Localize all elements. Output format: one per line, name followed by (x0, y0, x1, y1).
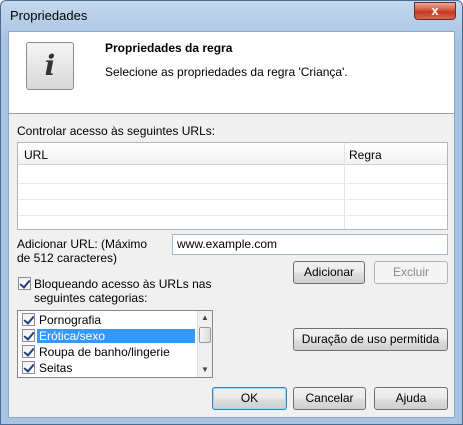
close-button[interactable]: x (414, 2, 456, 20)
properties-dialog: Propriedades x i Propriedades da regra S… (0, 0, 463, 425)
list-row-line (18, 215, 447, 216)
close-icon: x (431, 3, 439, 18)
info-icon: i (26, 42, 74, 90)
category-item-roupa-de-banho[interactable]: Roupa de banho/lingerie (18, 344, 198, 360)
category-item-pornografia[interactable]: Pornografia (18, 312, 198, 328)
category-list[interactable]: Pornografia Erótica/sexo Roupa de banho/… (17, 310, 213, 378)
block-categories-checkbox[interactable] (18, 277, 31, 290)
category-checkbox[interactable] (22, 313, 35, 326)
category-checkbox[interactable] (22, 329, 35, 342)
scroll-up-icon[interactable]: ▲ (198, 311, 212, 325)
list-row-line (18, 199, 447, 200)
column-header-rule[interactable]: Regra (349, 148, 382, 162)
category-item-erotica[interactable]: Erótica/sexo (18, 328, 198, 344)
scroll-down-icon[interactable]: ▼ (198, 363, 212, 377)
header-subtitle: Selecione as propriedades da regra 'Cria… (105, 65, 348, 79)
category-label: Seitas (39, 361, 73, 375)
column-header-url[interactable]: URL (24, 148, 48, 162)
category-label: Erótica/sexo (37, 329, 195, 343)
cancel-button[interactable]: Cancelar (293, 387, 366, 410)
add-button[interactable]: Adicionar (293, 261, 365, 284)
url-list[interactable]: URL Regra (17, 142, 448, 230)
category-checkbox[interactable] (22, 361, 35, 374)
url-list-header: URL Regra (18, 143, 447, 165)
category-item-seitas[interactable]: Seitas (18, 360, 198, 376)
category-label: Pornografia (39, 313, 102, 327)
scroll-thumb[interactable] (199, 327, 211, 343)
help-button[interactable]: Ajuda (374, 387, 448, 410)
allowed-duration-button[interactable]: Duração de uso permitida (293, 328, 448, 351)
block-categories-label-line2: seguintes categorias: (34, 291, 148, 305)
dialog-header: i Propriedades da regra Selecione as pro… (9, 32, 454, 114)
window-title: Propriedades (10, 8, 88, 23)
column-divider (344, 143, 345, 229)
title-bar[interactable]: Propriedades x (1, 1, 462, 31)
list-row-line (18, 183, 447, 184)
delete-button[interactable]: Excluir (374, 261, 448, 284)
urls-label: Controlar acesso às seguintes URLs: (17, 124, 216, 138)
dialog-client-area: i Propriedades da regra Selecione as pro… (8, 31, 455, 418)
add-url-label-line1: Adicionar URL: (Máximo (17, 237, 148, 251)
url-input[interactable]: www.example.com (172, 234, 448, 255)
category-label: Roupa de banho/lingerie (39, 345, 170, 359)
block-categories-label-line1: Bloqueando acesso às URLs nas (34, 277, 212, 291)
add-url-label-line2: de 512 caracteres) (17, 251, 118, 265)
category-scrollbar[interactable]: ▲ ▼ (197, 311, 212, 377)
ok-button[interactable]: OK (212, 387, 287, 410)
header-title: Propriedades da regra (105, 41, 233, 55)
category-checkbox[interactable] (22, 345, 35, 358)
